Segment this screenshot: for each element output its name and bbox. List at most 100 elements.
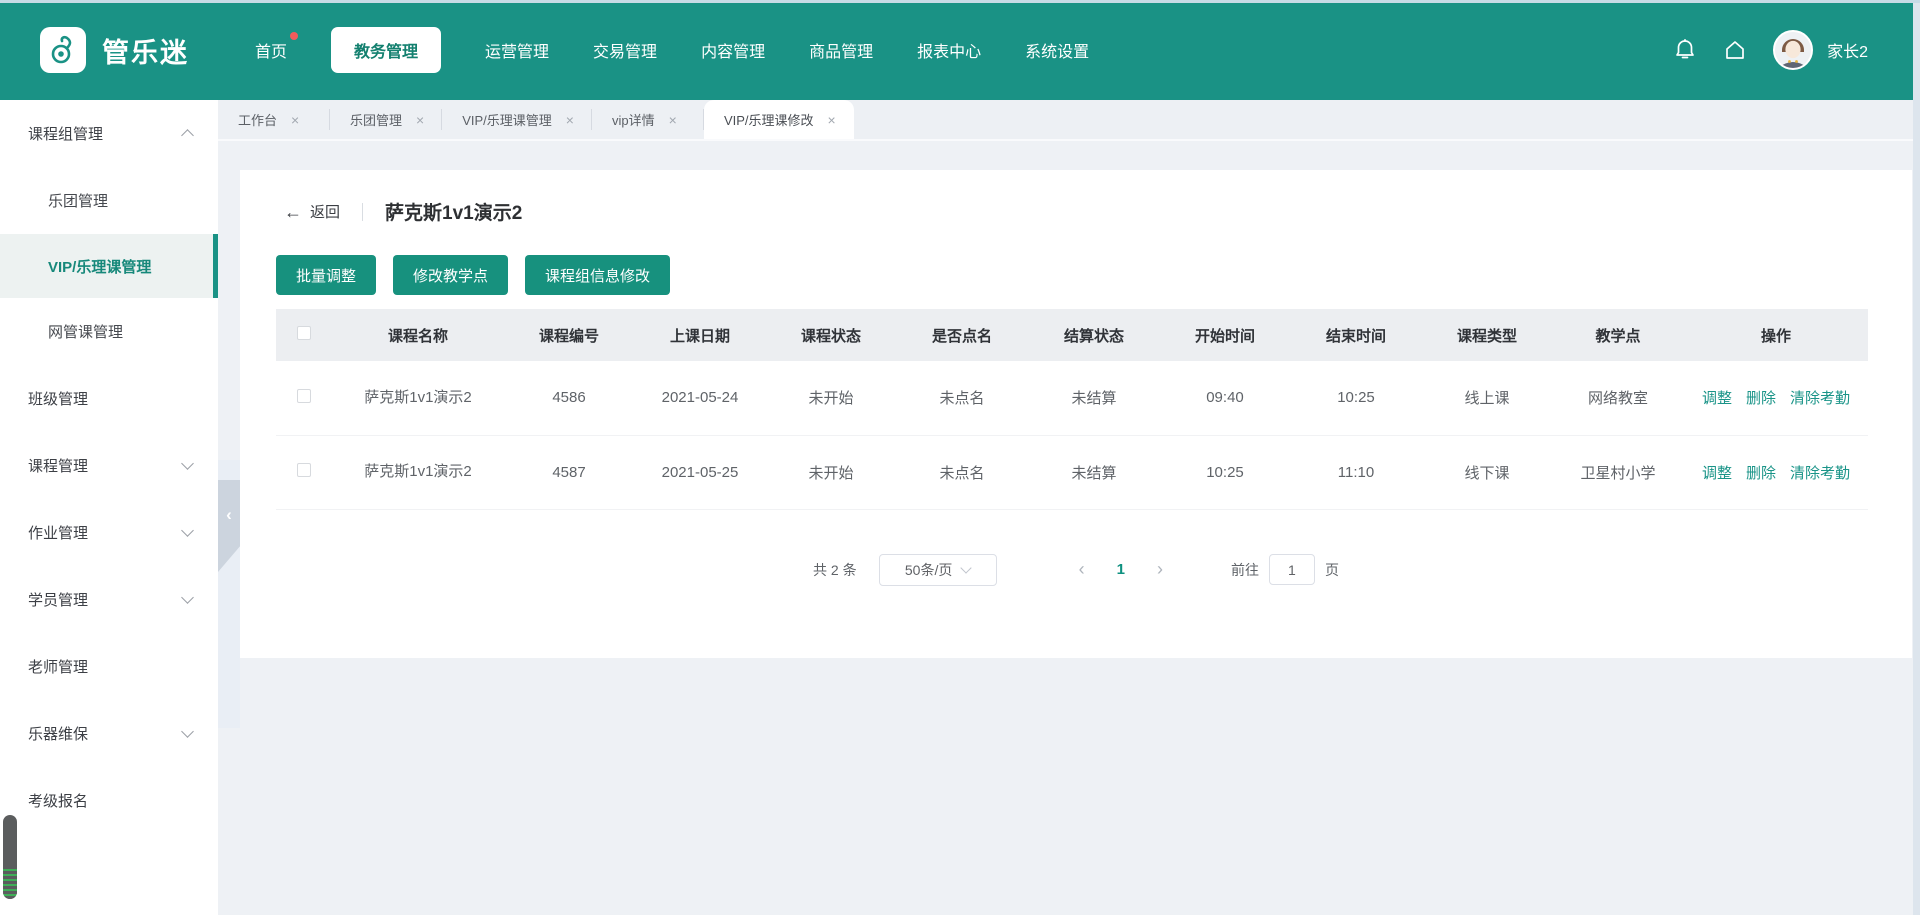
window-scrollbar[interactable] [1913,0,1920,915]
music-note-icon [47,34,79,66]
table-row: 萨克斯1v1演示245872021-05-25未开始未点名未结算10:2511:… [276,435,1868,509]
row-actions-cell: 调整删除清除考勤 [1684,435,1868,509]
tab-close-icon[interactable]: × [416,113,424,127]
table-header-row: 课程名称课程编号上课日期课程状态是否点名结算状态开始时间结束时间课程类型教学点操… [276,309,1868,361]
sidebar-item-4[interactable]: 网管课管理 [0,298,218,365]
table-cell: 线下课 [1422,435,1552,509]
tab-close-icon[interactable]: × [291,113,299,127]
chevron-down-icon [181,725,194,738]
row-select-cell [276,361,332,435]
nav-item-3[interactable]: 运营管理 [485,38,549,62]
tab-label: 工作台 [238,110,277,129]
column-header: 结束时间 [1290,309,1422,361]
sidebar-item-label: 班级管理 [28,388,88,409]
course-name: 萨克斯1v1演示2 [364,386,472,410]
tab-close-icon[interactable]: × [566,113,574,127]
home-icon[interactable] [1723,38,1747,62]
tab-1[interactable]: 工作台 × [218,100,330,139]
brand-logo[interactable] [40,27,86,73]
table-row: 萨克斯1v1演示245862021-05-24未开始未点名未结算09:4010:… [276,361,1868,435]
user-name[interactable]: 家长2 [1827,38,1868,62]
nav-item-1[interactable]: 首页 [255,38,287,62]
table-cell: 10:25 [1160,435,1290,509]
chevron-down-icon [181,591,194,604]
title-divider [362,203,363,221]
select-all-checkbox[interactable] [297,326,311,340]
tab-label: VIP/乐理课管理 [462,110,552,129]
sidebar-item-7[interactable]: 作业管理 [0,499,218,566]
table-cell: 未开始 [766,361,896,435]
nav-menu: 首页 教务管理 运营管理 交易管理 内容管理 商品管理 报表中心 系统设置 [255,27,1089,73]
tab-close-icon[interactable]: × [828,113,836,127]
tab-5[interactable]: VIP/乐理课修改× [704,100,854,139]
table-cell: 未点名 [896,435,1028,509]
prev-page-button[interactable]: ‹ [1073,559,1091,580]
row-action-2[interactable]: 删除 [1746,465,1776,482]
sidebar-item-10[interactable]: 乐器维保 [0,700,218,767]
sidebar-item-11[interactable]: 考级报名 [0,767,218,834]
page-jump: 前往 页 [1231,554,1339,585]
current-page[interactable]: 1 [1117,561,1125,578]
sidebar-item-1[interactable]: 课程组管理 [0,100,218,167]
sidebar-item-label: VIP/乐理课管理 [48,256,151,277]
column-header: 课程状态 [766,309,896,361]
sidebar-item-2[interactable]: 乐团管理 [0,167,218,234]
tab-4[interactable]: vip详情× [592,100,704,139]
sidebar-item-label: 学员管理 [28,589,88,610]
sidebar-item-label: 作业管理 [28,522,88,543]
sidebar-item-label: 老师管理 [28,656,88,677]
back-button[interactable]: ← 返回 [284,201,340,222]
nav-item-6[interactable]: 商品管理 [809,38,873,62]
tab-close-icon[interactable]: × [669,113,677,127]
row-action-1[interactable]: 调整 [1702,390,1732,407]
sidebar-item-label: 课程组管理 [28,123,103,144]
chevron-down-icon [961,562,972,573]
toolbar-button-1[interactable]: 批量调整 [276,255,376,295]
pagination: 共 2 条 50条/页 ‹ 1 › 前往 页 [240,554,1912,586]
page-unit-label: 页 [1325,560,1339,580]
sidebar-item-3[interactable]: VIP/乐理课管理 [0,234,218,298]
column-header: 课程类型 [1422,309,1552,361]
sidebar-item-5[interactable]: 班级管理 [0,365,218,432]
sidebar-item-label: 网管课管理 [48,321,123,342]
nav-item-7[interactable]: 报表中心 [917,38,981,62]
column-header: 上课日期 [634,309,766,361]
nav-item-5[interactable]: 内容管理 [701,38,765,62]
sidebar-item-8[interactable]: 学员管理 [0,566,218,633]
nav-item-8[interactable]: 系统设置 [1025,38,1089,62]
sidebar-collapse-handle[interactable]: ‹ [218,480,240,572]
next-page-button[interactable]: › [1151,559,1169,580]
page-size-select[interactable]: 50条/页 [879,554,997,586]
toolbar-button-2[interactable]: 修改教学点 [393,255,508,295]
user-avatar[interactable] [1773,30,1813,70]
row-action-1[interactable]: 调整 [1702,465,1732,482]
row-checkbox[interactable] [297,389,311,403]
chevron-down-icon [181,457,194,470]
course-table: 课程名称课程编号上课日期课程状态是否点名结算状态开始时间结束时间课程类型教学点操… [276,309,1868,510]
row-action-2[interactable]: 删除 [1746,390,1776,407]
nav-item-4[interactable]: 交易管理 [593,38,657,62]
table-cell: 网络教室 [1552,361,1684,435]
total-count: 共 2 条 [813,560,857,580]
top-navbar: 管乐迷 首页教务管理运营管理交易管理内容管理商品管理报表中心系统设置 家长2 [0,0,1920,100]
sidebar-item-6[interactable]: 课程管理 [0,432,218,499]
sidebar-item-label: 课程管理 [28,455,88,476]
bell-icon[interactable] [1673,38,1697,62]
tab-label: 乐团管理 [350,110,402,129]
table-cell: 萨克斯1v1演示2 [332,435,504,509]
sidebar-item-label: 乐团管理 [48,190,108,211]
tab-2[interactable]: 乐团管理 × [330,100,442,139]
toolbar-button-3[interactable]: 课程组信息修改 [525,255,670,295]
window-top-edge [0,0,1920,3]
tab-3[interactable]: VIP/乐理课管理 × [442,100,592,139]
sidebar-item-9[interactable]: 老师管理 [0,633,218,700]
table-cell: 09:40 [1160,361,1290,435]
goto-page-input[interactable] [1269,554,1315,585]
column-header: 操作 [1684,309,1868,361]
row-action-3[interactable]: 清除考勤 [1790,465,1850,482]
nav-item-2[interactable]: 教务管理 [331,27,441,73]
chevron-left-icon: ‹ [226,506,232,572]
row-checkbox[interactable] [297,463,311,477]
row-action-3[interactable]: 清除考勤 [1790,390,1850,407]
sidebar: 课程组管理乐团管理 VIP/乐理课管理网管课管理班级管理课程管理作业管理学员管理老… [0,100,218,915]
